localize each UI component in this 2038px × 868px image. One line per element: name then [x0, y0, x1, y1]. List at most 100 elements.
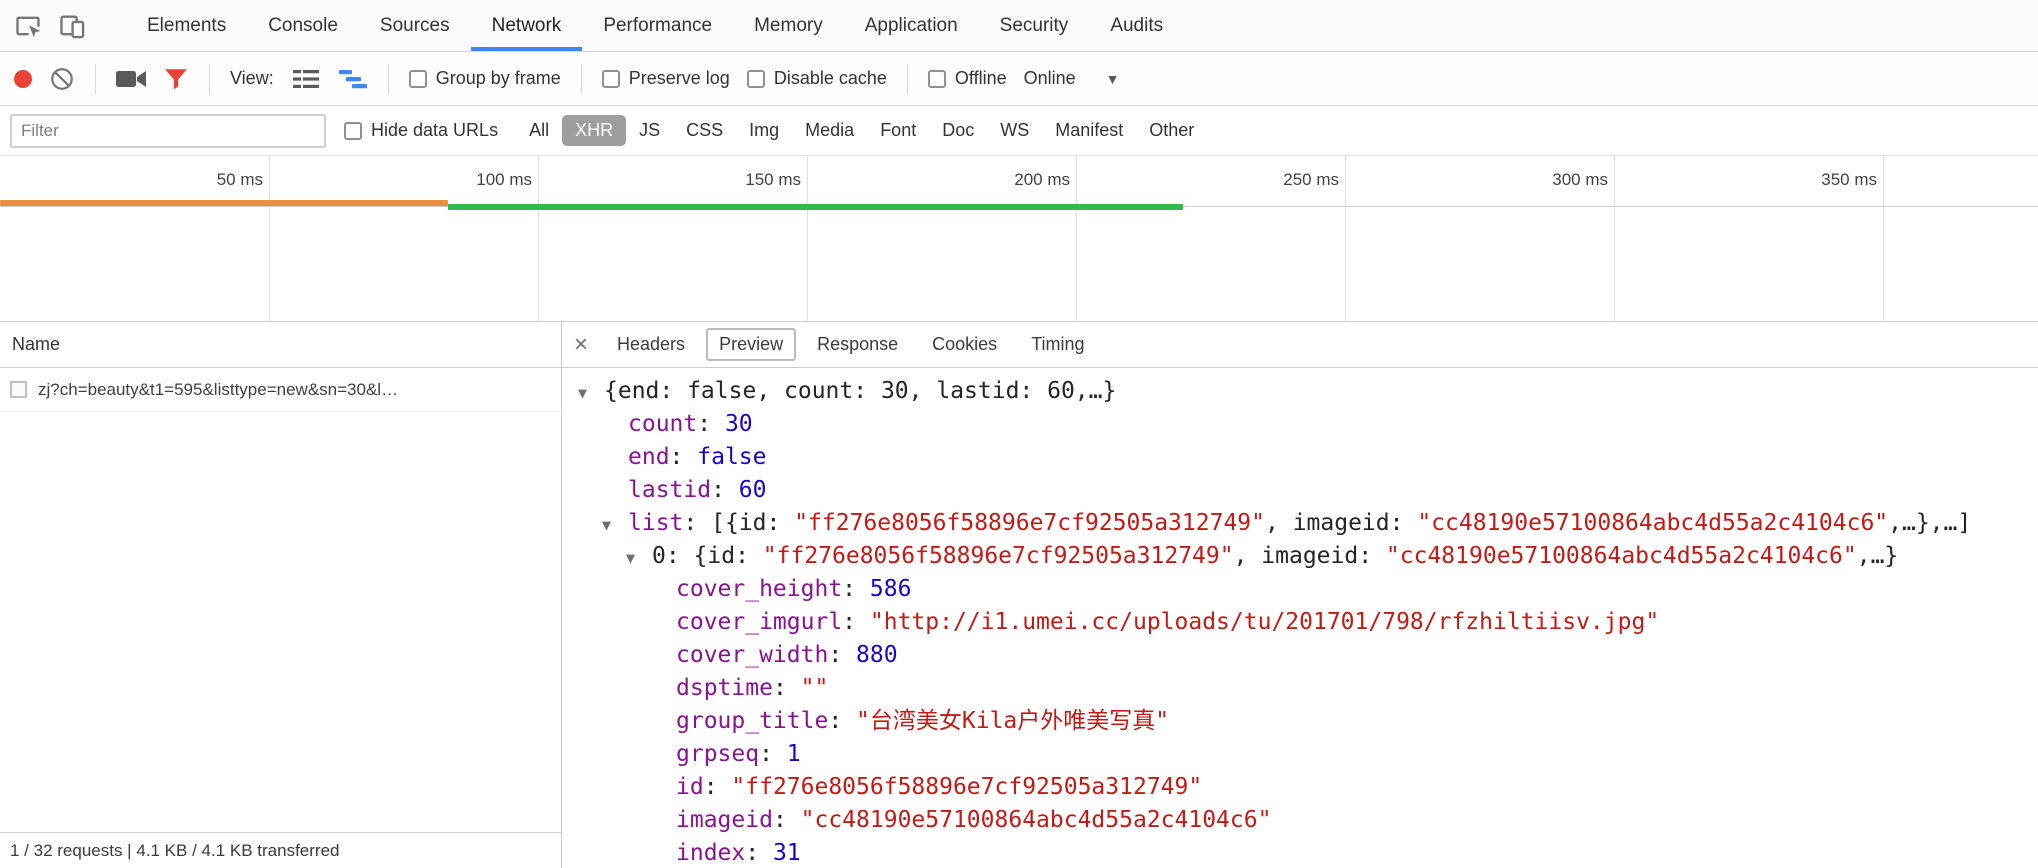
checkbox-offline[interactable]: Offline [928, 68, 1007, 89]
filter-type-font[interactable]: Font [867, 115, 929, 146]
tab-elements[interactable]: Elements [126, 0, 247, 51]
ruler-tick-label: 250 ms [1139, 170, 1339, 190]
checkbox-box-icon[interactable] [747, 70, 765, 88]
checkbox-group-by-frame[interactable]: Group by frame [409, 68, 561, 89]
tree-row[interactable]: index: 31 [562, 837, 2038, 868]
token-name: index [676, 840, 745, 866]
token-name: cover_height [676, 576, 842, 602]
token-num: false [697, 444, 766, 470]
tree-row[interactable]: cover_height: 586 [562, 573, 2038, 606]
checkbox-hide-data-urls[interactable]: Hide data URLs [344, 120, 498, 141]
tree-row[interactable]: ▼list: [{id: "ff276e8056f58896e7cf92505a… [562, 507, 2038, 540]
json-preview-tree: ▼{end: false, count: 30, lastid: 60,…}co… [562, 368, 2038, 868]
filter-type-other[interactable]: Other [1136, 115, 1207, 146]
token-str: "" [801, 675, 829, 701]
tab-application[interactable]: Application [844, 0, 979, 51]
filter-type-ws[interactable]: WS [987, 115, 1042, 146]
close-icon[interactable]: × [574, 333, 588, 357]
name-column-header[interactable]: Name [0, 322, 561, 368]
tree-row[interactable]: ▼{end: false, count: 30, lastid: 60,…} [562, 375, 2038, 408]
expand-arrow-icon[interactable]: ▼ [578, 377, 604, 410]
network-overview[interactable]: 50 ms100 ms150 ms200 ms250 ms300 ms350 m… [0, 156, 2038, 322]
timeline-gridline [269, 156, 270, 321]
token-str: "cc48190e57100864abc4d55a2c4104c6" [1417, 510, 1888, 536]
tab-performance[interactable]: Performance [582, 0, 733, 51]
token-plain: : [828, 708, 856, 734]
timeline-gridline [1614, 156, 1615, 321]
tree-row[interactable]: cover_width: 880 [562, 639, 2038, 672]
checkbox-box-icon[interactable] [602, 70, 620, 88]
token-plain: : [697, 411, 725, 437]
checkbox-preserve-log[interactable]: Preserve log [602, 68, 730, 89]
expand-arrow-icon[interactable]: ▼ [602, 509, 628, 542]
filter-funnel-icon[interactable] [163, 66, 189, 92]
tab-memory[interactable]: Memory [733, 0, 844, 51]
tab-sources[interactable]: Sources [359, 0, 471, 51]
tab-timing[interactable]: Timing [1018, 328, 1097, 361]
toolbar-separator [907, 64, 908, 94]
tree-row[interactable]: group_title: "台湾美女Kila户外唯美写真" [562, 705, 2038, 738]
token-plain: : [745, 840, 773, 866]
filter-type-media[interactable]: Media [792, 115, 867, 146]
tree-row[interactable]: dsptime: "" [562, 672, 2038, 705]
tab-security[interactable]: Security [979, 0, 1090, 51]
checkbox-disable-cache[interactable]: Disable cache [747, 68, 887, 89]
tab-preview[interactable]: Preview [706, 328, 796, 361]
token-plain: , imageid: [1234, 543, 1386, 569]
devtools-tabbar: Elements Console Sources Network Perform… [0, 0, 2038, 52]
filter-type-doc[interactable]: Doc [929, 115, 987, 146]
filter-type-manifest[interactable]: Manifest [1042, 115, 1136, 146]
clear-icon[interactable] [49, 66, 75, 92]
token-name: cover_imgurl [676, 609, 842, 635]
tab-headers[interactable]: Headers [604, 328, 698, 361]
token-name: grpseq [676, 741, 759, 767]
filter-type-xhr[interactable]: XHR [562, 115, 626, 146]
tab-cookies[interactable]: Cookies [919, 328, 1010, 361]
token-str: "http://i1.umei.cc/uploads/tu/201701/798… [870, 609, 1659, 635]
record-button[interactable] [14, 70, 32, 88]
request-name: zj?ch=beauty&t1=595&listtype=new&sn=30&l… [38, 380, 398, 400]
filter-type-img[interactable]: Img [736, 115, 792, 146]
capture-screenshots-icon[interactable] [116, 68, 146, 90]
tab-console[interactable]: Console [247, 0, 359, 51]
filter-type-js[interactable]: JS [626, 115, 673, 146]
tree-row[interactable]: ▼0: {id: "ff276e8056f58896e7cf92505a3127… [562, 540, 2038, 573]
token-num: 880 [856, 642, 898, 668]
filter-type-all[interactable]: All [516, 115, 562, 146]
expand-arrow-icon[interactable]: ▼ [626, 542, 652, 575]
token-num: 31 [773, 840, 801, 866]
filter-type-css[interactable]: CSS [673, 115, 736, 146]
tree-row[interactable]: lastid: 60 [562, 474, 2038, 507]
tab-network[interactable]: Network [471, 0, 583, 51]
network-toolbar: View: Group by frame Preserve log Disabl… [0, 52, 2038, 106]
large-request-rows-icon[interactable] [291, 66, 321, 92]
inspect-element-icon[interactable] [14, 12, 42, 40]
timeline-gridline [1883, 156, 1884, 321]
request-detail-pane: × Headers Preview Response Cookies Timin… [562, 322, 2038, 868]
tree-row[interactable]: grpseq: 1 [562, 738, 2038, 771]
token-plain: : [773, 675, 801, 701]
token-plain: : [704, 774, 732, 800]
tree-row[interactable]: count: 30 [562, 408, 2038, 441]
token-name: end [628, 444, 670, 470]
request-row[interactable]: zj?ch=beauty&t1=595&listtype=new&sn=30&l… [0, 368, 561, 412]
checkbox-box-icon[interactable] [344, 122, 362, 140]
token-str: "cc48190e57100864abc4d55a2c4104c6" [801, 807, 1272, 833]
overview-bar [448, 204, 1183, 210]
checkbox-label: Disable cache [774, 68, 887, 89]
checkbox-box-icon[interactable] [928, 70, 946, 88]
network-filter-bar: Hide data URLs All XHR JS CSS Img Media … [0, 106, 2038, 156]
token-name: imageid [676, 807, 773, 833]
device-toolbar-icon[interactable] [58, 12, 86, 40]
tab-response[interactable]: Response [804, 328, 911, 361]
filter-input[interactable] [10, 114, 326, 148]
tree-row[interactable]: imageid: "cc48190e57100864abc4d55a2c4104… [562, 804, 2038, 837]
tree-row[interactable]: end: false [562, 441, 2038, 474]
throttling-dropdown[interactable]: Online ▼ [1024, 68, 1120, 89]
tree-row[interactable]: id: "ff276e8056f58896e7cf92505a312749" [562, 771, 2038, 804]
show-overview-waterfall-icon[interactable] [338, 66, 368, 92]
checkbox-box-icon[interactable] [409, 70, 427, 88]
tree-row[interactable]: cover_imgurl: "http://i1.umei.cc/uploads… [562, 606, 2038, 639]
tab-audits[interactable]: Audits [1089, 0, 1184, 51]
token-str: "ff276e8056f58896e7cf92505a312749" [763, 543, 1234, 569]
